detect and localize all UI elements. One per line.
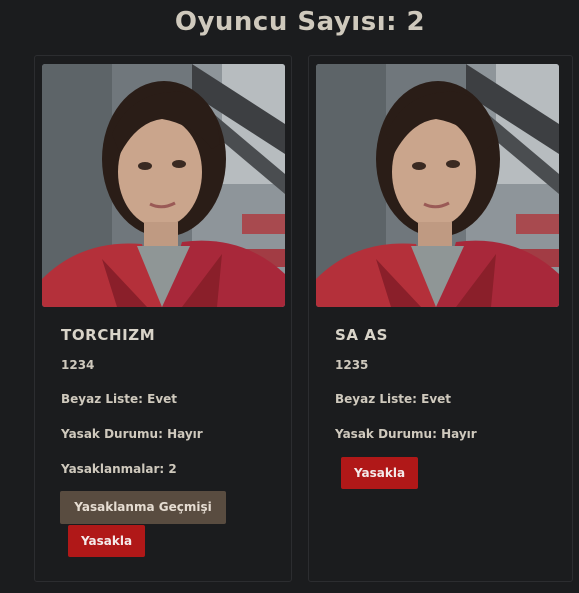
ban-button[interactable]: Yasakla [341,457,418,489]
player-info: SA AS 1235 Beyaz Liste: Evet Yasak Durum… [335,326,562,462]
player-info: TORCHIZM 1234 Beyaz Liste: Evet Yasak Du… [61,326,281,497]
player-id: 1235 [335,358,369,372]
player-photo [42,64,285,307]
player-card: TORCHIZM 1234 Beyaz Liste: Evet Yasak Du… [34,55,292,582]
page-title: Oyuncu Sayısı: 2 [174,7,426,37]
ban-history-button[interactable]: Yasaklanma Geçmişi [60,491,226,524]
player-name: TORCHIZM [61,326,156,344]
player-card: SA AS 1235 Beyaz Liste: Evet Yasak Durum… [308,55,573,582]
whitelist-status: Beyaz Liste: Evet [335,392,452,406]
player-name: SA AS [335,326,389,344]
whitelist-status: Beyaz Liste: Evet [61,392,178,406]
player-photo [316,64,559,307]
ban-status: Yasak Durumu: Hayır [335,427,477,441]
player-id: 1234 [61,358,95,372]
ban-count: Yasaklanmalar: 2 [61,462,177,476]
ban-status: Yasak Durumu: Hayır [61,427,203,441]
ban-button[interactable]: Yasakla [68,525,145,557]
